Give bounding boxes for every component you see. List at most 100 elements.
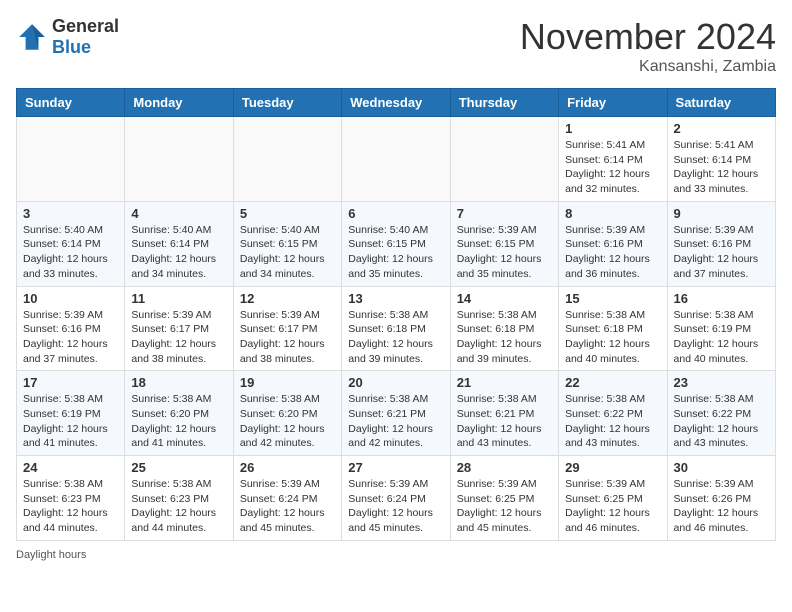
- day-number: 20: [348, 375, 443, 390]
- day-info: Sunrise: 5:38 AMSunset: 6:23 PMDaylight:…: [131, 477, 226, 536]
- day-number: 28: [457, 460, 552, 475]
- day-number: 17: [23, 375, 118, 390]
- day-number: 1: [565, 121, 660, 136]
- page-header: General Blue November 2024 Kansanshi, Za…: [16, 16, 776, 76]
- calendar-cell: 14 Sunrise: 5:38 AMSunset: 6:18 PMDayligh…: [450, 286, 558, 371]
- calendar-cell: 10 Sunrise: 5:39 AMSunset: 6:16 PMDayligh…: [17, 286, 125, 371]
- day-info: Sunrise: 5:38 AMSunset: 6:18 PMDaylight:…: [565, 308, 660, 367]
- calendar-cell: 20 Sunrise: 5:38 AMSunset: 6:21 PMDayligh…: [342, 371, 450, 456]
- calendar-cell: 15 Sunrise: 5:38 AMSunset: 6:18 PMDayligh…: [559, 286, 667, 371]
- day-info: Sunrise: 5:39 AMSunset: 6:25 PMDaylight:…: [565, 477, 660, 536]
- day-number: 16: [674, 291, 769, 306]
- calendar-cell: [125, 117, 233, 202]
- calendar-week-row: 3 Sunrise: 5:40 AMSunset: 6:14 PMDaylight…: [17, 201, 776, 286]
- day-number: 6: [348, 206, 443, 221]
- calendar-week-row: 24 Sunrise: 5:38 AMSunset: 6:23 PMDayligh…: [17, 456, 776, 541]
- day-number: 24: [23, 460, 118, 475]
- calendar-week-row: 10 Sunrise: 5:39 AMSunset: 6:16 PMDayligh…: [17, 286, 776, 371]
- calendar-cell: 2 Sunrise: 5:41 AMSunset: 6:14 PMDaylight…: [667, 117, 775, 202]
- day-number: 23: [674, 375, 769, 390]
- calendar-cell: [17, 117, 125, 202]
- day-info: Sunrise: 5:41 AMSunset: 6:14 PMDaylight:…: [565, 138, 660, 197]
- calendar-cell: 23 Sunrise: 5:38 AMSunset: 6:22 PMDayligh…: [667, 371, 775, 456]
- calendar-header-row: SundayMondayTuesdayWednesdayThursdayFrid…: [17, 89, 776, 117]
- calendar-cell: 6 Sunrise: 5:40 AMSunset: 6:15 PMDaylight…: [342, 201, 450, 286]
- calendar-cell: 5Sunrise: 5:40 AMSunset: 6:15 PMDaylight…: [233, 201, 341, 286]
- day-number: 10: [23, 291, 118, 306]
- day-info: Sunrise: 5:39 AMSunset: 6:24 PMDaylight:…: [240, 477, 335, 536]
- day-info: Sunrise: 5:38 AMSunset: 6:18 PMDaylight:…: [457, 308, 552, 367]
- day-info: Sunrise: 5:38 AMSunset: 6:19 PMDaylight:…: [23, 392, 118, 451]
- day-number: 8: [565, 206, 660, 221]
- day-number: 21: [457, 375, 552, 390]
- calendar-cell: 1 Sunrise: 5:41 AMSunset: 6:14 PMDaylight…: [559, 117, 667, 202]
- month-year-title: November 2024: [520, 16, 776, 58]
- day-info: Sunrise: 5:38 AMSunset: 6:20 PMDaylight:…: [131, 392, 226, 451]
- day-number: 12: [240, 291, 335, 306]
- day-number: 19: [240, 375, 335, 390]
- day-info: Sunrise: 5:39 AMSunset: 6:26 PMDaylight:…: [674, 477, 769, 536]
- day-of-week-header: Wednesday: [342, 89, 450, 117]
- logo: General Blue: [16, 16, 119, 58]
- calendar-cell: 17 Sunrise: 5:38 AMSunset: 6:19 PMDayligh…: [17, 371, 125, 456]
- day-info: Sunrise: 5:40 AMSunset: 6:14 PMDaylight:…: [131, 223, 226, 282]
- day-info: Sunrise: 5:40 AMSunset: 6:14 PMDaylight:…: [23, 223, 118, 282]
- calendar-cell: 9 Sunrise: 5:39 AMSunset: 6:16 PMDaylight…: [667, 201, 775, 286]
- day-info: Sunrise: 5:39 AMSunset: 6:24 PMDaylight:…: [348, 477, 443, 536]
- calendar-table: SundayMondayTuesdayWednesdayThursdayFrid…: [16, 88, 776, 541]
- calendar-cell: 4 Sunrise: 5:40 AMSunset: 6:14 PMDaylight…: [125, 201, 233, 286]
- day-info: Sunrise: 5:39 AMSunset: 6:25 PMDaylight:…: [457, 477, 552, 536]
- day-info: Sunrise: 5:39 AMSunset: 6:16 PMDaylight:…: [23, 308, 118, 367]
- day-info: Sunrise: 5:38 AMSunset: 6:19 PMDaylight:…: [674, 308, 769, 367]
- day-info: Sunrise: 5:38 AMSunset: 6:22 PMDaylight:…: [674, 392, 769, 451]
- calendar-week-row: 1 Sunrise: 5:41 AMSunset: 6:14 PMDaylight…: [17, 117, 776, 202]
- day-number: 4: [131, 206, 226, 221]
- day-info: Sunrise: 5:40 AMSunset: 6:15 PMDaylight:…: [348, 223, 443, 282]
- day-number: 11: [131, 291, 226, 306]
- day-info: Sunrise: 5:38 AMSunset: 6:21 PMDaylight:…: [457, 392, 552, 451]
- calendar-cell: 25 Sunrise: 5:38 AMSunset: 6:23 PMDayligh…: [125, 456, 233, 541]
- day-info: Sunrise: 5:38 AMSunset: 6:20 PMDaylight:…: [240, 392, 335, 451]
- day-number: 30: [674, 460, 769, 475]
- calendar-cell: [450, 117, 558, 202]
- calendar-cell: 24 Sunrise: 5:38 AMSunset: 6:23 PMDayligh…: [17, 456, 125, 541]
- day-number: 2: [674, 121, 769, 136]
- day-info: Sunrise: 5:39 AMSunset: 6:15 PMDaylight:…: [457, 223, 552, 282]
- calendar-cell: 29Sunrise: 5:39 AMSunset: 6:25 PMDayligh…: [559, 456, 667, 541]
- day-info: Sunrise: 5:39 AMSunset: 6:16 PMDaylight:…: [674, 223, 769, 282]
- day-number: 14: [457, 291, 552, 306]
- day-info: Sunrise: 5:39 AMSunset: 6:17 PMDaylight:…: [131, 308, 226, 367]
- calendar-cell: 30 Sunrise: 5:39 AMSunset: 6:26 PMDayligh…: [667, 456, 775, 541]
- title-block: November 2024 Kansanshi, Zambia: [520, 16, 776, 76]
- calendar-cell: 8Sunrise: 5:39 AMSunset: 6:16 PMDaylight…: [559, 201, 667, 286]
- day-of-week-header: Sunday: [17, 89, 125, 117]
- logo-icon: [16, 21, 48, 53]
- day-info: Sunrise: 5:38 AMSunset: 6:22 PMDaylight:…: [565, 392, 660, 451]
- calendar-cell: 28 Sunrise: 5:39 AMSunset: 6:25 PMDayligh…: [450, 456, 558, 541]
- day-number: 9: [674, 206, 769, 221]
- calendar-cell: 18 Sunrise: 5:38 AMSunset: 6:20 PMDayligh…: [125, 371, 233, 456]
- day-number: 15: [565, 291, 660, 306]
- calendar-cell: 19 Sunrise: 5:38 AMSunset: 6:20 PMDayligh…: [233, 371, 341, 456]
- day-number: 25: [131, 460, 226, 475]
- calendar-cell: [342, 117, 450, 202]
- day-info: Sunrise: 5:38 AMSunset: 6:23 PMDaylight:…: [23, 477, 118, 536]
- calendar-cell: 13Sunrise: 5:38 AMSunset: 6:18 PMDayligh…: [342, 286, 450, 371]
- calendar-cell: 7Sunrise: 5:39 AMSunset: 6:15 PMDaylight…: [450, 201, 558, 286]
- calendar-cell: 16 Sunrise: 5:38 AMSunset: 6:19 PMDayligh…: [667, 286, 775, 371]
- day-info: Sunrise: 5:39 AMSunset: 6:17 PMDaylight:…: [240, 308, 335, 367]
- day-of-week-header: Friday: [559, 89, 667, 117]
- calendar-cell: 21 Sunrise: 5:38 AMSunset: 6:21 PMDayligh…: [450, 371, 558, 456]
- day-info: Sunrise: 5:38 AMSunset: 6:21 PMDaylight:…: [348, 392, 443, 451]
- day-of-week-header: Monday: [125, 89, 233, 117]
- calendar-week-row: 17 Sunrise: 5:38 AMSunset: 6:19 PMDayligh…: [17, 371, 776, 456]
- day-of-week-header: Saturday: [667, 89, 775, 117]
- day-number: 13: [348, 291, 443, 306]
- day-number: 3: [23, 206, 118, 221]
- logo-blue: Blue: [52, 37, 91, 57]
- calendar-cell: 12 Sunrise: 5:39 AMSunset: 6:17 PMDayligh…: [233, 286, 341, 371]
- location-title: Kansanshi, Zambia: [520, 58, 776, 76]
- day-number: 18: [131, 375, 226, 390]
- day-info: Sunrise: 5:41 AMSunset: 6:14 PMDaylight:…: [674, 138, 769, 197]
- day-info: Sunrise: 5:40 AMSunset: 6:15 PMDaylight:…: [240, 223, 335, 282]
